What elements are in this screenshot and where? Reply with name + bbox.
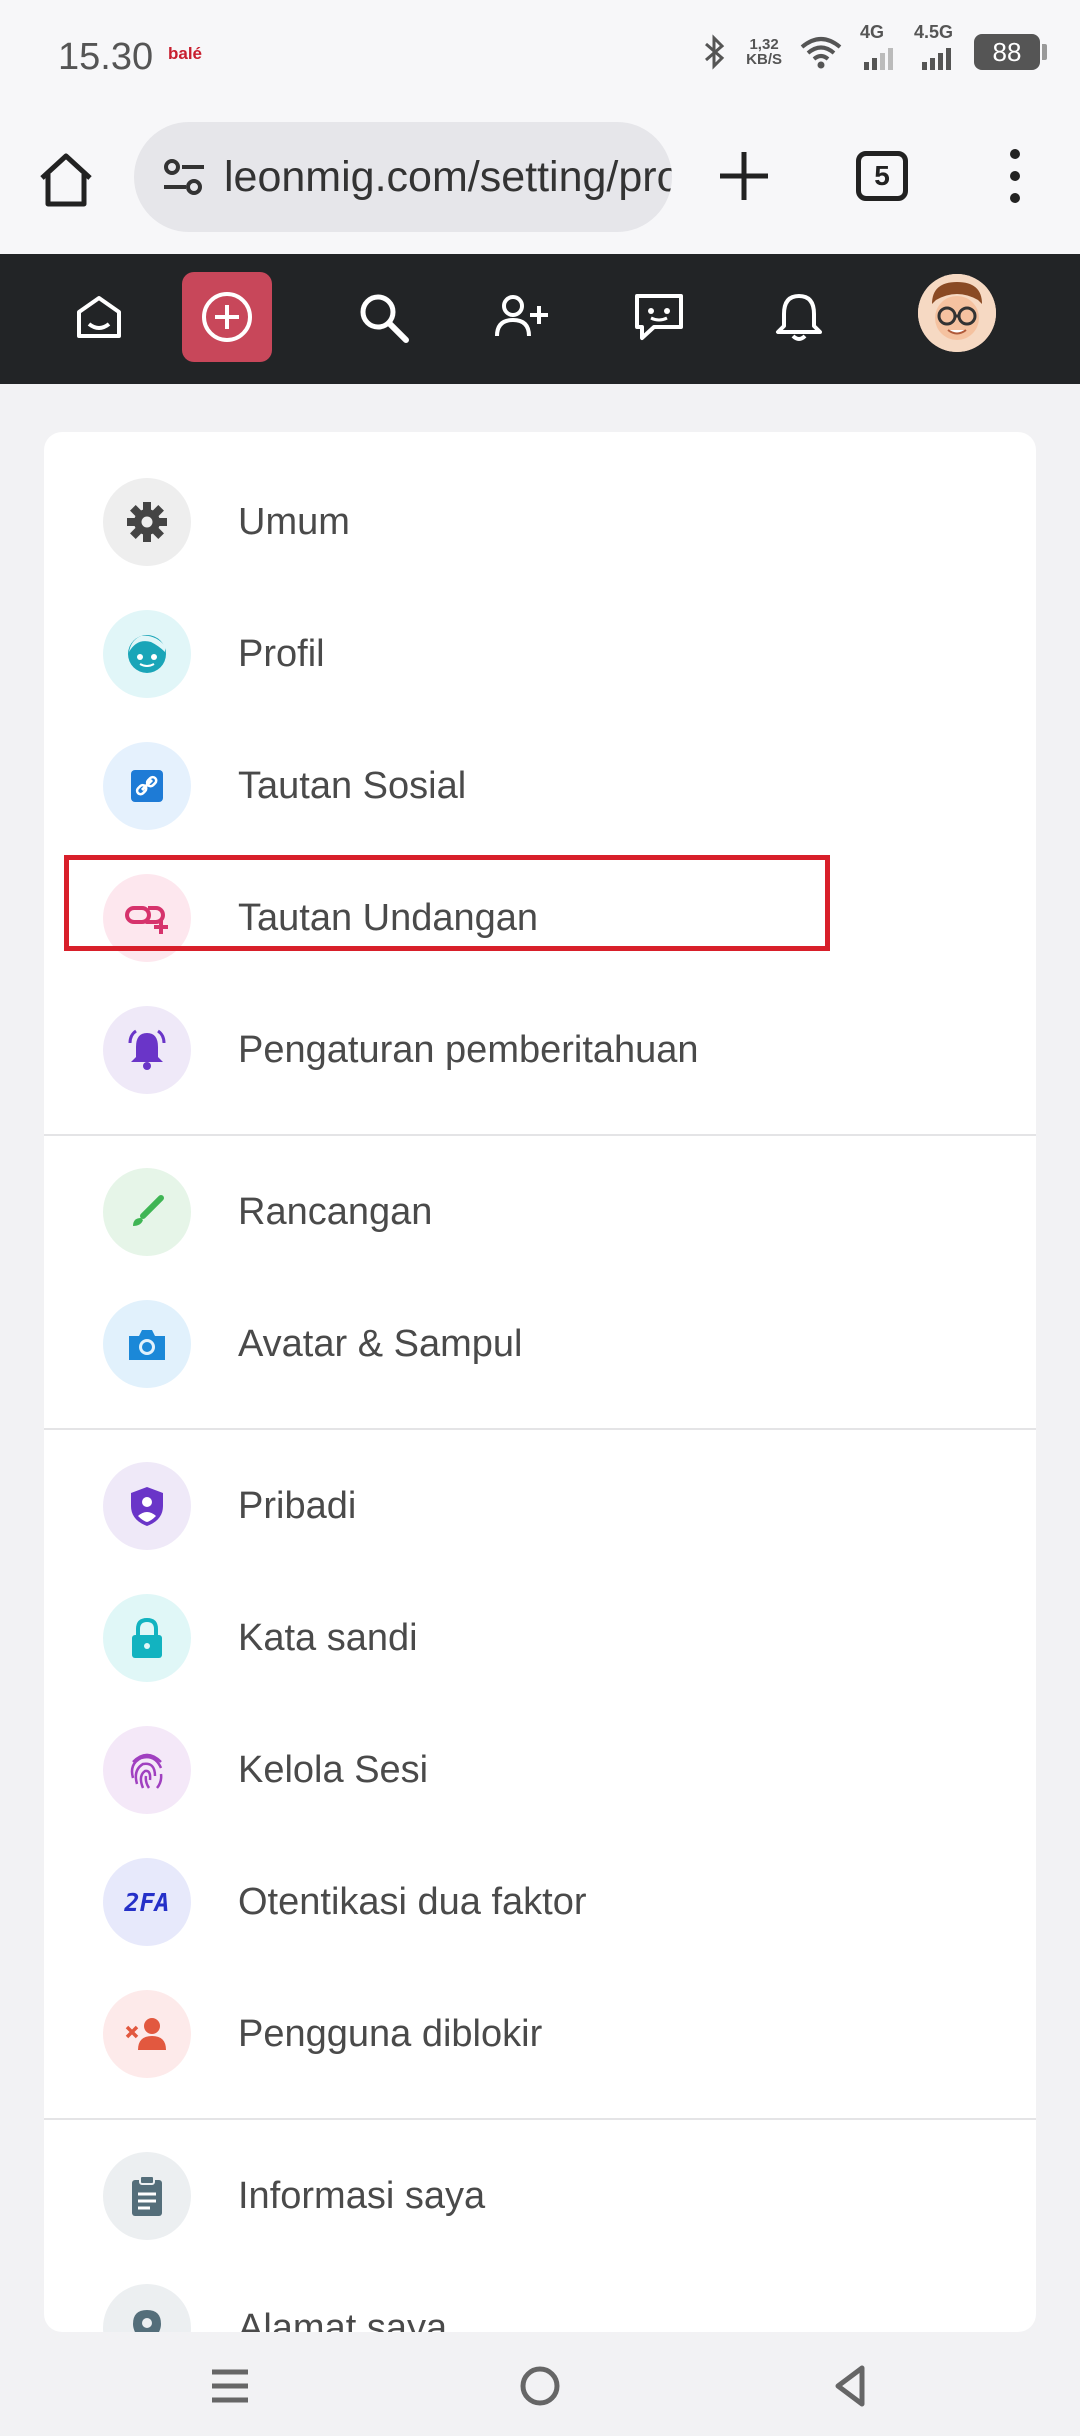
signal-2: 4.5G (914, 22, 956, 70)
home-nav-icon[interactable] (510, 2356, 570, 2416)
recent-apps-icon[interactable] (200, 2356, 260, 2416)
network-speed-unit: KB/S (746, 51, 782, 68)
back-icon[interactable] (820, 2356, 880, 2416)
status-time: 15.30 (58, 36, 154, 78)
2fa-icon-text: 2FA (124, 1887, 170, 1917)
browser-toolbar: leonmig.com/setting/profile 5 (0, 118, 1080, 254)
settings-item-label: Rancangan (238, 1190, 433, 1233)
avatar-image (918, 274, 996, 352)
site-top-nav (0, 254, 1080, 384)
create-icon (202, 292, 252, 342)
nav-search-button[interactable] (338, 272, 428, 362)
lock-icon (103, 1594, 191, 1682)
notifications-icon (776, 294, 822, 341)
highlight-box (64, 855, 830, 951)
status-app-badge: balé (168, 44, 203, 63)
settings-menu-card: Umum Profil Tautan Sosial Tautan Undanga… (44, 432, 1036, 2332)
status-bar: 15.30 balé 1,32 KB/S 4G 4.5G 88 (0, 0, 1080, 118)
settings-item-blocked-users[interactable]: Pengguna diblokir (44, 1968, 1036, 2100)
divider (44, 1134, 1036, 1136)
location-icon (103, 2284, 191, 2332)
settings-item-sessions[interactable]: Kelola Sesi (44, 1704, 1036, 1836)
nav-messages-button[interactable] (614, 272, 704, 362)
clipboard-icon (103, 2152, 191, 2240)
signal-icon (922, 48, 951, 70)
avatar[interactable] (918, 274, 996, 352)
divider (44, 1428, 1036, 1430)
settings-item-label: Pengaturan pemberitahuan (238, 1028, 699, 1071)
divider (44, 2118, 1036, 2120)
new-tab-icon[interactable] (716, 148, 772, 204)
face-icon (103, 610, 191, 698)
settings-item-label: Pribadi (238, 1484, 357, 1527)
more-menu-icon[interactable] (1000, 146, 1030, 206)
search-icon (360, 294, 409, 343)
settings-item-label: Umum (238, 500, 350, 543)
settings-item-password[interactable]: Kata sandi (44, 1572, 1036, 1704)
camera-icon (103, 1300, 191, 1388)
settings-item-label: Kata sandi (238, 1616, 418, 1659)
settings-item-general[interactable]: Umum (44, 456, 1036, 588)
settings-item-label: Tautan Sosial (238, 764, 467, 807)
settings-item-my-address[interactable]: Alamat saya (44, 2262, 1036, 2332)
brush-icon (103, 1168, 191, 1256)
signal-1: 4G (860, 22, 896, 70)
network-type-1: 4G (860, 22, 885, 42)
nav-add-friend-button[interactable] (476, 272, 566, 362)
add-friend-icon (495, 295, 548, 337)
status-icons: 1,32 KB/S 4G 4.5G 88 (702, 22, 1047, 70)
system-nav-bar (0, 2332, 1080, 2436)
home-icon[interactable] (36, 150, 96, 210)
settings-item-profile[interactable]: Profil (44, 588, 1036, 720)
settings-item-notifications[interactable]: Pengaturan pemberitahuan (44, 984, 1036, 1116)
network-speed: 1,32 KB/S (746, 37, 782, 67)
home-icon (77, 296, 121, 338)
nav-notifications-button[interactable] (754, 272, 844, 362)
network-speed-value: 1,32 (749, 36, 779, 53)
nav-home-button[interactable] (54, 272, 144, 362)
settings-item-avatar-cover[interactable]: Avatar & Sampul (44, 1278, 1036, 1410)
settings-item-label: Profil (238, 632, 325, 675)
settings-item-my-info[interactable]: Informasi saya (44, 2130, 1036, 2262)
settings-item-label: Alamat saya (238, 2306, 448, 2333)
battery-indicator: 88 (974, 34, 1047, 70)
settings-item-privacy[interactable]: Pribadi (44, 1440, 1036, 1572)
settings-item-social-links[interactable]: Tautan Sosial (44, 720, 1036, 852)
fingerprint-icon (103, 1726, 191, 1814)
settings-item-label: Informasi saya (238, 2174, 486, 2217)
tab-switcher-button[interactable]: 5 (856, 151, 908, 201)
signal-icon (864, 48, 893, 70)
wifi-icon (800, 37, 842, 69)
settings-item-label: Otentikasi dua faktor (238, 1880, 587, 1923)
link-icon (103, 742, 191, 830)
bell-icon (103, 1006, 191, 1094)
site-settings-icon[interactable] (162, 157, 206, 197)
settings-item-label: Kelola Sesi (238, 1748, 429, 1791)
blocked-user-icon (103, 1990, 191, 2078)
settings-item-two-factor[interactable]: 2FA Otentikasi dua faktor (44, 1836, 1036, 1968)
settings-item-label: Avatar & Sampul (238, 1322, 523, 1365)
bluetooth-icon (705, 34, 725, 70)
nav-create-button[interactable] (182, 272, 272, 362)
2fa-icon: 2FA (103, 1858, 191, 1946)
shield-icon (103, 1462, 191, 1550)
settings-item-design[interactable]: Rancangan (44, 1146, 1036, 1278)
url-text: leonmig.com/setting/profile (224, 152, 672, 201)
address-bar[interactable]: leonmig.com/setting/profile (134, 122, 672, 232)
gear-icon (103, 478, 191, 566)
messages-icon (635, 294, 683, 340)
network-type-2: 4.5G (914, 22, 954, 42)
settings-item-label: Pengguna diblokir (238, 2012, 543, 2055)
